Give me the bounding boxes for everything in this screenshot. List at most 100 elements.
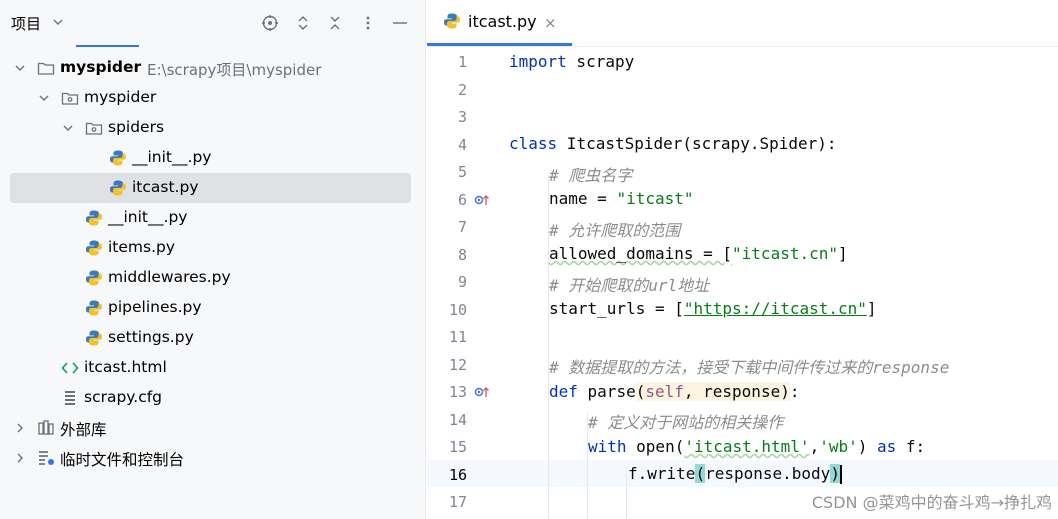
code-string: 'wb'	[819, 437, 858, 456]
code-line: name = "itcast"	[549, 189, 694, 208]
tree-item-label: pipelines.py	[108, 298, 202, 316]
chevron-down-icon[interactable]	[38, 92, 50, 104]
tree-item-label: myspider	[84, 88, 157, 106]
chevron-down-icon[interactable]	[62, 122, 74, 134]
watermark: CSDN @菜鸡中的奋斗鸡→挣扎鸡	[811, 493, 1052, 512]
line-number: 17	[448, 493, 467, 511]
active-tab-indicator	[427, 43, 572, 46]
library-icon	[38, 420, 54, 435]
tree-item-file[interactable]: __init__.py	[10, 143, 411, 173]
more-options-icon[interactable]	[358, 13, 378, 33]
python-icon	[86, 270, 102, 286]
folder-icon	[37, 62, 55, 75]
tree-item-label: items.py	[108, 238, 176, 256]
tree-item-scratches[interactable]: 临时文件和控制台	[10, 443, 411, 473]
tree-item-label: settings.py	[108, 328, 194, 346]
line-number: 6	[457, 191, 467, 209]
tab-itcast-py[interactable]: itcast.py ×	[427, 0, 572, 46]
tree-item-file[interactable]: pipelines.py	[10, 293, 411, 323]
code-text: f.write	[628, 464, 696, 483]
close-icon[interactable]: ×	[544, 14, 557, 32]
line-number: 3	[457, 108, 467, 126]
tree-item-package[interactable]: myspider	[10, 83, 411, 113]
project-path: E:\scrapy项目\myspider	[147, 61, 322, 79]
code-line: # 爬虫名字	[549, 162, 632, 186]
package-icon	[61, 92, 79, 105]
code-text: , response	[683, 382, 781, 401]
code-comment: # 开始爬取的url地址	[549, 276, 710, 295]
tree-item-package[interactable]: spiders	[10, 113, 411, 143]
tree-item-file[interactable]: middlewares.py	[10, 263, 411, 293]
project-panel-title[interactable]: 项目	[11, 13, 41, 34]
code-text: start_urls = [	[549, 299, 684, 318]
code-line: start_urls = ["https://itcast.cn"]	[549, 299, 877, 318]
code-line: # 数据提取的方法，接受下载中间件传过来的response	[549, 354, 949, 378]
code-text: ]	[866, 299, 877, 318]
header-underline	[76, 45, 139, 47]
tree-item-file[interactable]: __init__.py	[10, 203, 411, 233]
tree-item-label: scrapy.cfg	[84, 388, 163, 406]
code-editor[interactable]: 1 2 3 4 5 6 7 8 9 10 11 12 13 14 15 16 1…	[427, 47, 1058, 519]
chevron-down-icon[interactable]	[14, 62, 26, 74]
tree-item-label: itcast.py	[132, 178, 199, 196]
tree-item-file[interactable]: settings.py	[10, 323, 411, 353]
code-text: name =	[549, 189, 617, 208]
override-marker-icon[interactable]	[474, 193, 490, 207]
code-line: with open('itcast.html','wb') as f:	[588, 437, 925, 456]
collapse-all-icon[interactable]	[325, 13, 345, 33]
tree-item-file[interactable]: items.py	[10, 233, 411, 263]
scratches-icon	[39, 451, 54, 465]
tree-item-file-selected[interactable]: itcast.py	[10, 173, 411, 203]
tree-item-file[interactable]: scrapy.cfg	[10, 383, 411, 413]
tree-item-project-root[interactable]: myspider E:\scrapy项目\myspider	[10, 53, 411, 83]
code-text: ,	[809, 437, 820, 456]
expand-collapse-icon[interactable]	[293, 13, 313, 33]
code-text: scrapy	[566, 52, 635, 71]
line-number: 5	[457, 163, 467, 181]
code-line: # 开始爬取的url地址	[549, 272, 709, 296]
locate-icon[interactable]	[260, 13, 280, 33]
config-file-icon	[65, 391, 75, 405]
tree-item-label: 外部库	[60, 421, 107, 439]
tree-item-label: __init__.py	[132, 148, 212, 166]
python-icon	[86, 330, 102, 346]
tree-item-file[interactable]: itcast.html	[10, 353, 411, 383]
code-text: open(	[626, 437, 685, 456]
project-panel-header: 项目	[0, 0, 425, 47]
override-marker-icon[interactable]	[474, 385, 490, 399]
tree-item-label: 临时文件和控制台	[60, 451, 185, 469]
code-text: allowed_domains = [	[549, 244, 733, 263]
code-line-current: f.write(response.body)	[628, 464, 842, 484]
line-number: 4	[457, 136, 467, 154]
indent-guide	[626, 467, 627, 519]
code-line: def parse(self, response):	[549, 382, 799, 401]
line-number: 1	[457, 53, 467, 71]
chevron-down-icon[interactable]	[52, 16, 64, 28]
chevron-right-icon[interactable]	[14, 452, 26, 464]
code-string: "https://itcast.cn"	[683, 299, 867, 318]
code-text: :	[789, 382, 800, 401]
minimize-icon[interactable]	[390, 13, 410, 33]
project-panel: 项目 myspider E:\scrapy项目\myspider myspide…	[0, 0, 426, 519]
tree-item-label: __init__.py	[108, 208, 188, 226]
code-keyword: as	[877, 437, 897, 456]
package-icon	[85, 122, 103, 135]
code-line: # 定义对于网站的相关操作	[588, 409, 783, 433]
line-number: 13	[448, 383, 467, 401]
line-number: 12	[448, 356, 467, 374]
code-line: # 允许爬取的范围	[549, 217, 680, 241]
line-number: 14	[448, 411, 467, 429]
line-number-current: 16	[448, 466, 467, 484]
code-paren: (	[635, 382, 646, 401]
code-self: self	[645, 382, 684, 401]
code-string: "itcast.cn"	[732, 244, 838, 263]
tree-item-label: spiders	[108, 118, 165, 136]
chevron-right-icon[interactable]	[14, 422, 26, 434]
code-comment: # 定义对于网站的相关操作	[588, 413, 784, 432]
tab-label: itcast.py	[468, 12, 537, 31]
line-number: 9	[457, 273, 467, 291]
line-number: 11	[448, 328, 467, 346]
tree-item-external-libraries[interactable]: 外部库	[10, 413, 411, 443]
code-text: ]	[838, 244, 848, 263]
code-string: 'itcast.html'	[684, 437, 810, 456]
